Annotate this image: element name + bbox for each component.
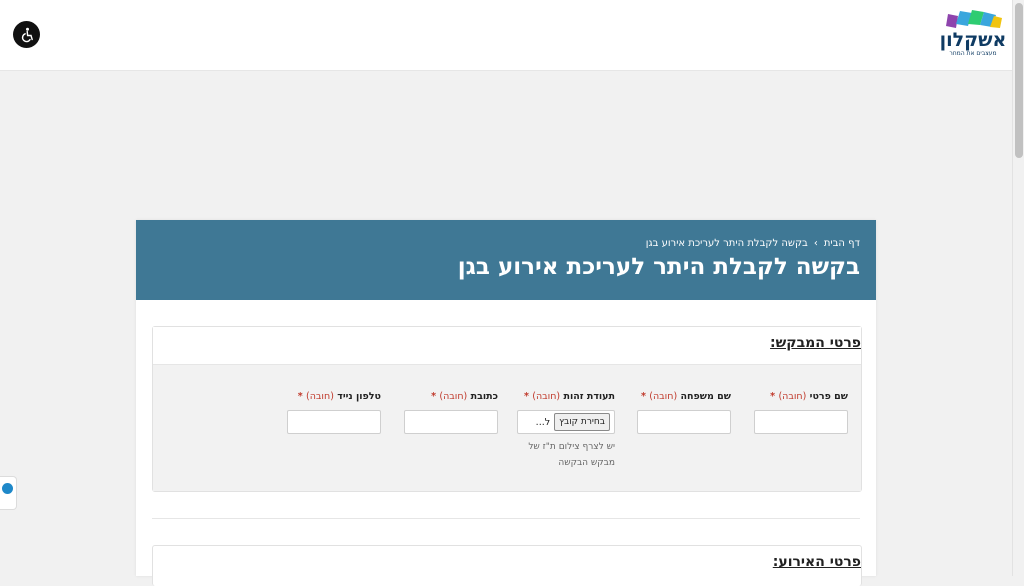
- page-banner: דף הבית › בקשה לקבלת היתר לעריכת אירוע ב…: [136, 220, 876, 300]
- side-support-widget[interactable]: [0, 476, 17, 510]
- address-field: כתובת (חובה) *: [402, 391, 498, 439]
- mobile-phone-label: טלפון נייד (חובה) *: [285, 391, 381, 402]
- first-name-label-text: שם פרטי: [809, 391, 848, 402]
- first-name-input[interactable]: [754, 410, 848, 434]
- id-card-file-input[interactable]: בחירת קובץ ל...: [517, 410, 615, 434]
- required-star: *: [431, 391, 437, 402]
- section-header: פרטי המבקש:: [153, 327, 861, 365]
- event-details-section: פרטי האירוע:: [152, 545, 862, 586]
- mobile-phone-label-text: טלפון נייד: [337, 391, 381, 402]
- required-star: *: [770, 391, 776, 402]
- mobile-phone-input[interactable]: [287, 410, 381, 434]
- breadcrumb-home-link[interactable]: דף הבית: [824, 238, 860, 249]
- accessibility-button[interactable]: [13, 21, 40, 48]
- id-card-label-text: תעודת זהות: [563, 391, 615, 402]
- required-note: (חובה): [532, 391, 561, 402]
- last-name-label: שם משפחה (חובה) *: [635, 391, 731, 402]
- section-title-event: פרטי האירוע:: [772, 554, 861, 570]
- required-star: *: [640, 391, 646, 402]
- required-star: *: [523, 391, 529, 402]
- required-note: (חובה): [649, 391, 678, 402]
- page-scrollbar[interactable]: [1012, 0, 1024, 576]
- logo-tagline: מעצבים את המחר: [949, 50, 997, 57]
- required-note: (חובה): [306, 391, 334, 402]
- requester-fields: שם פרטי (חובה) * שם משפחה (חובה) * תעודת…: [153, 365, 861, 491]
- address-label-text: כתובת: [470, 391, 498, 402]
- page-title: בקשה לקבלת היתר לעריכת אירוע בגן: [457, 254, 860, 280]
- id-card-label: תעודת זהות (חובה) *: [517, 391, 615, 402]
- last-name-label-text: שם משפחה: [680, 391, 731, 402]
- required-star: *: [297, 391, 303, 402]
- id-card-field: תעודת זהות (חובה) * בחירת קובץ ל... יש ל…: [517, 391, 615, 481]
- first-name-label: שם פרטי (חובה) *: [752, 391, 848, 402]
- section-title-requester: פרטי המבקש:: [770, 335, 861, 351]
- address-label: כתובת (חובה) *: [402, 391, 498, 402]
- required-note: (חובה): [439, 391, 468, 402]
- chevron-left-icon: ›: [813, 238, 818, 249]
- last-name-field: שם משפחה (חובה) *: [635, 391, 731, 439]
- address-input[interactable]: [404, 410, 498, 434]
- first-name-field: שם פרטי (חובה) *: [752, 391, 848, 439]
- choose-file-button[interactable]: בחירת קובץ: [554, 413, 610, 431]
- breadcrumb-current: בקשה לקבלת היתר לעריכת אירוע בגן: [645, 238, 808, 249]
- city-logo[interactable]: אשקלון מעצבים את המחר: [938, 8, 1008, 60]
- last-name-input[interactable]: [637, 410, 731, 434]
- mobile-phone-field: טלפון נייד (חובה) *: [285, 391, 381, 439]
- top-header: אשקלון מעצבים את המחר: [0, 0, 1012, 71]
- section-divider: [152, 518, 860, 519]
- breadcrumb: דף הבית › בקשה לקבלת היתר לעריכת אירוע ב…: [646, 238, 860, 249]
- logo-graphic-icon: [946, 10, 1002, 28]
- requester-details-section: פרטי המבקש: שם פרטי (חובה) * שם משפחה (ח…: [152, 326, 862, 492]
- required-note: (חובה): [778, 391, 807, 402]
- logo-text: אשקלון: [939, 29, 1007, 51]
- id-card-help-text: יש לצרף צילום ת"ז של מבקש הבקשה: [528, 442, 615, 468]
- form-card: דף הבית › בקשה לקבלת היתר לעריכת אירוע ב…: [136, 220, 876, 586]
- wheelchair-icon: [21, 27, 33, 42]
- chosen-file-name: ל...: [535, 416, 551, 428]
- scrollbar-thumb[interactable]: [1015, 3, 1023, 158]
- teamviewer-icon: [2, 483, 13, 494]
